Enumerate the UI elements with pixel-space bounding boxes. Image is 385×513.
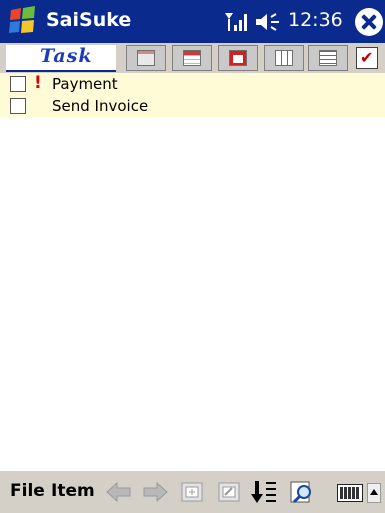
task-view-checkbox[interactable]: ✔ — [356, 47, 378, 69]
app-title: SaiSuke — [46, 9, 132, 31]
task-row[interactable]: Send Invoice — [0, 95, 385, 117]
list-view-icon — [319, 50, 337, 66]
input-panel-up-icon[interactable] — [367, 483, 381, 503]
task-label: Payment — [52, 75, 118, 93]
high-priority-icon: ! — [34, 73, 42, 93]
task-view-tab[interactable]: Task — [6, 45, 116, 72]
week-view-icon — [183, 50, 201, 66]
day-view-button[interactable] — [218, 45, 258, 71]
month-view-button[interactable] — [126, 45, 166, 71]
task-checkbox[interactable] — [10, 98, 26, 114]
keyboard-icon[interactable] — [337, 484, 363, 502]
month-view-icon — [137, 50, 155, 66]
signal-icon[interactable] — [224, 11, 248, 33]
task-label: Send Invoice — [52, 97, 149, 115]
checkmark-icon: ✔ — [360, 48, 374, 67]
week-view-button[interactable] — [172, 45, 212, 71]
forward-arrow-icon[interactable] — [141, 478, 169, 506]
list-view-button[interactable] — [308, 45, 348, 71]
find-icon[interactable] — [288, 478, 316, 506]
windows-start-logo[interactable] — [7, 5, 39, 37]
item-menu[interactable]: Item — [51, 481, 95, 501]
multi-week-view-icon — [275, 50, 293, 66]
view-toolbar: Task ✔ — [0, 43, 385, 73]
task-checkbox[interactable] — [10, 76, 26, 92]
title-bar: SaiSuke 12:36 — [0, 0, 385, 43]
edit-document-icon[interactable] — [215, 478, 243, 506]
file-menu[interactable]: File — [10, 481, 45, 501]
new-document-icon[interactable] — [178, 478, 206, 506]
clock[interactable]: 12:36 — [288, 9, 343, 31]
day-view-icon — [229, 50, 247, 66]
task-tab-label: Task — [40, 45, 93, 67]
sort-icon[interactable] — [250, 478, 278, 506]
close-button[interactable] — [355, 8, 383, 36]
menu-bar: File Item — [0, 470, 385, 513]
back-arrow-icon[interactable] — [105, 478, 133, 506]
task-list: ! Payment Send Invoice — [0, 73, 385, 117]
volume-icon[interactable] — [255, 12, 281, 32]
task-row[interactable]: ! Payment — [0, 73, 385, 95]
multi-week-view-button[interactable] — [264, 45, 304, 71]
